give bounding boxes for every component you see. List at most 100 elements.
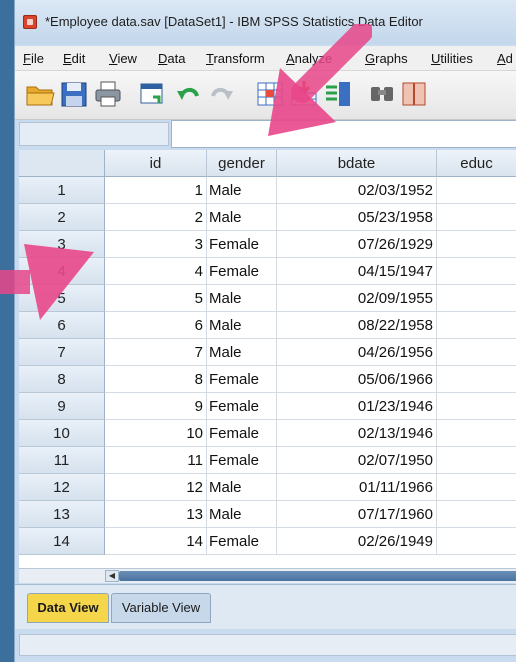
row-number[interactable]: 13 bbox=[19, 501, 105, 528]
cell-educ[interactable] bbox=[437, 258, 516, 285]
cell-bdate[interactable]: 04/15/1947 bbox=[277, 258, 437, 285]
cell-bdate[interactable]: 01/23/1946 bbox=[277, 393, 437, 420]
cell-bdate[interactable]: 07/17/1960 bbox=[277, 501, 437, 528]
cell-gender[interactable]: Female bbox=[207, 528, 277, 555]
cell-id[interactable]: 13 bbox=[105, 501, 207, 528]
column-header-educ[interactable]: educ bbox=[437, 150, 516, 177]
cell-gender[interactable]: Female bbox=[207, 366, 277, 393]
cell-educ[interactable] bbox=[437, 528, 516, 555]
cell-id[interactable]: 7 bbox=[105, 339, 207, 366]
row-number[interactable]: 5 bbox=[19, 285, 105, 312]
column-header-bdate[interactable]: bdate bbox=[277, 150, 437, 177]
cell-educ[interactable] bbox=[437, 501, 516, 528]
print-icon[interactable] bbox=[93, 79, 123, 109]
goto-case-icon[interactable] bbox=[255, 79, 285, 109]
row-number[interactable]: 10 bbox=[19, 420, 105, 447]
cell-id[interactable]: 6 bbox=[105, 312, 207, 339]
cell-bdate[interactable]: 02/13/1946 bbox=[277, 420, 437, 447]
cell-educ[interactable] bbox=[437, 204, 516, 231]
cell-educ[interactable] bbox=[437, 285, 516, 312]
cell-gender[interactable]: Female bbox=[207, 231, 277, 258]
menu-transform[interactable]: Transform bbox=[206, 51, 265, 66]
cell-educ[interactable] bbox=[437, 393, 516, 420]
cell-educ[interactable] bbox=[437, 420, 516, 447]
variables-icon[interactable] bbox=[323, 79, 353, 109]
cell-bdate[interactable]: 01/11/1966 bbox=[277, 474, 437, 501]
undo-icon[interactable] bbox=[173, 79, 203, 109]
scrollbar-thumb[interactable] bbox=[119, 571, 516, 581]
row-number[interactable]: 8 bbox=[19, 366, 105, 393]
cell-gender[interactable]: Female bbox=[207, 447, 277, 474]
cell-id[interactable]: 12 bbox=[105, 474, 207, 501]
cell-bdate[interactable]: 05/06/1966 bbox=[277, 366, 437, 393]
split-icon[interactable] bbox=[399, 79, 429, 109]
cell-reference-box[interactable] bbox=[19, 122, 169, 146]
cell-gender[interactable]: Male bbox=[207, 339, 277, 366]
cell-editor-field[interactable] bbox=[171, 120, 516, 148]
save-icon[interactable] bbox=[59, 79, 89, 109]
row-number[interactable]: 7 bbox=[19, 339, 105, 366]
row-number[interactable]: 2 bbox=[19, 204, 105, 231]
cell-id[interactable]: 3 bbox=[105, 231, 207, 258]
cell-educ[interactable] bbox=[437, 312, 516, 339]
cell-id[interactable]: 10 bbox=[105, 420, 207, 447]
column-header-gender[interactable]: gender bbox=[207, 150, 277, 177]
open-folder-icon[interactable] bbox=[25, 79, 55, 109]
cell-educ[interactable] bbox=[437, 231, 516, 258]
menu-graphs[interactable]: Graphs bbox=[365, 51, 408, 66]
row-number[interactable]: 9 bbox=[19, 393, 105, 420]
cell-educ[interactable] bbox=[437, 366, 516, 393]
cell-id[interactable]: 9 bbox=[105, 393, 207, 420]
cell-gender[interactable]: Male bbox=[207, 312, 277, 339]
cell-gender[interactable]: Male bbox=[207, 285, 277, 312]
redo-icon[interactable] bbox=[207, 79, 237, 109]
cell-educ[interactable] bbox=[437, 474, 516, 501]
scroll-left-icon[interactable]: ◀ bbox=[105, 570, 119, 582]
cell-id[interactable]: 8 bbox=[105, 366, 207, 393]
cell-gender[interactable]: Male bbox=[207, 177, 277, 204]
menu-view[interactable]: View bbox=[109, 51, 137, 66]
menu-utilities[interactable]: Utilities bbox=[431, 51, 473, 66]
cell-bdate[interactable]: 04/26/1956 bbox=[277, 339, 437, 366]
cell-bdate[interactable]: 02/03/1952 bbox=[277, 177, 437, 204]
cell-id[interactable]: 14 bbox=[105, 528, 207, 555]
cell-educ[interactable] bbox=[437, 339, 516, 366]
insert-cases-icon[interactable] bbox=[289, 79, 319, 109]
cell-gender[interactable]: Male bbox=[207, 501, 277, 528]
row-number[interactable]: 6 bbox=[19, 312, 105, 339]
menu-file[interactable]: File bbox=[23, 51, 44, 66]
cell-bdate[interactable]: 07/26/1929 bbox=[277, 231, 437, 258]
row-number[interactable]: 12 bbox=[19, 474, 105, 501]
row-number[interactable]: 4 bbox=[19, 258, 105, 285]
menu-add-ons[interactable]: Ad bbox=[497, 51, 513, 66]
tab-variable-view[interactable]: Variable View bbox=[111, 593, 211, 623]
row-number[interactable]: 3 bbox=[19, 231, 105, 258]
tab-data-view[interactable]: Data View bbox=[27, 593, 109, 623]
find-icon[interactable] bbox=[367, 79, 397, 109]
recall-dialog-icon[interactable] bbox=[137, 79, 167, 109]
row-number[interactable]: 14 bbox=[19, 528, 105, 555]
cell-id[interactable]: 2 bbox=[105, 204, 207, 231]
cell-bdate[interactable]: 02/26/1949 bbox=[277, 528, 437, 555]
menu-edit[interactable]: Edit bbox=[63, 51, 85, 66]
row-number[interactable]: 11 bbox=[19, 447, 105, 474]
cell-gender[interactable]: Female bbox=[207, 420, 277, 447]
row-number[interactable]: 1 bbox=[19, 177, 105, 204]
cell-id[interactable]: 4 bbox=[105, 258, 207, 285]
cell-bdate[interactable]: 02/09/1955 bbox=[277, 285, 437, 312]
cell-id[interactable]: 1 bbox=[105, 177, 207, 204]
cell-bdate[interactable]: 08/22/1958 bbox=[277, 312, 437, 339]
cell-educ[interactable] bbox=[437, 447, 516, 474]
menu-analyze[interactable]: Analyze bbox=[286, 51, 332, 66]
cell-gender[interactable]: Male bbox=[207, 474, 277, 501]
cell-educ[interactable] bbox=[437, 177, 516, 204]
cell-id[interactable]: 11 bbox=[105, 447, 207, 474]
cell-gender[interactable]: Female bbox=[207, 393, 277, 420]
cell-gender[interactable]: Male bbox=[207, 204, 277, 231]
cell-bdate[interactable]: 05/23/1958 bbox=[277, 204, 437, 231]
horizontal-scrollbar[interactable]: ◀ bbox=[19, 568, 516, 583]
cell-gender[interactable]: Female bbox=[207, 258, 277, 285]
menu-data[interactable]: Data bbox=[158, 51, 185, 66]
cell-id[interactable]: 5 bbox=[105, 285, 207, 312]
cell-bdate[interactable]: 02/07/1950 bbox=[277, 447, 437, 474]
